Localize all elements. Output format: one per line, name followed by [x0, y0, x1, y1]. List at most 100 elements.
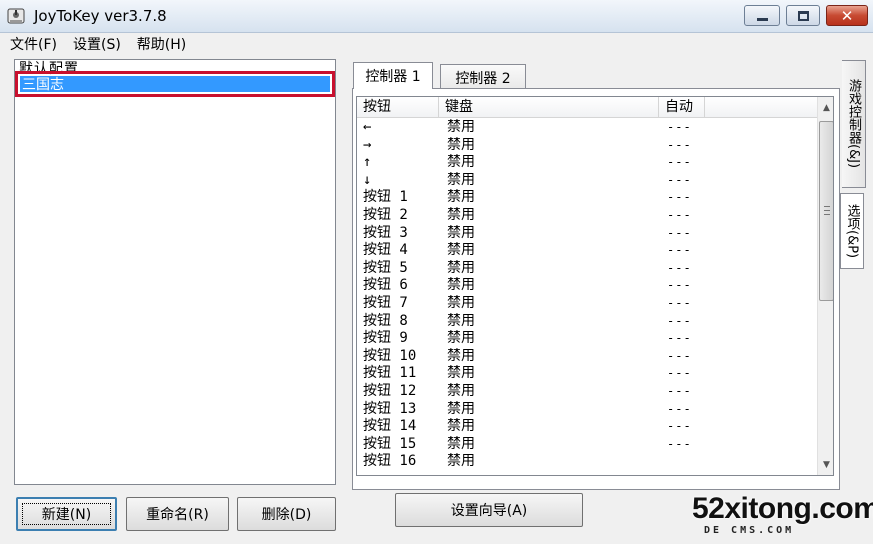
maximize-icon — [797, 10, 809, 21]
button-name-cell: 按钮 12 — [363, 382, 417, 399]
menu-settings[interactable]: 设置(S) — [73, 34, 121, 54]
keyboard-cell: 禁用 — [447, 171, 475, 188]
scroll-up-icon[interactable]: ▲ — [818, 99, 833, 116]
table-row[interactable]: 按钮 1 禁用 --- — [357, 189, 817, 207]
vertical-scrollbar[interactable]: ▲ ▼ — [817, 97, 833, 475]
table-row[interactable]: ← 禁用 --- — [357, 119, 817, 137]
auto-cell: --- — [667, 278, 692, 293]
keyboard-cell: 禁用 — [447, 365, 475, 382]
tab-game-controller[interactable]: 游戏控制器(&J) — [842, 60, 866, 188]
button-name-cell: 按钮 11 — [363, 365, 417, 382]
table-row[interactable]: 按钮 9 禁用 --- — [357, 330, 817, 348]
table-row[interactable]: ↓ 禁用 --- — [357, 172, 817, 190]
profile-list[interactable]: 默认配置 三国志 — [14, 59, 336, 485]
rename-button[interactable]: 重命名(R) — [126, 497, 229, 531]
tab-controller-1-label: 控制器 1 — [365, 69, 421, 85]
keyboard-cell: 禁用 — [447, 119, 475, 135]
table-row[interactable]: 按钮 13 禁用 --- — [357, 401, 817, 419]
button-name-cell: 按钮 7 — [363, 294, 408, 311]
auto-cell: --- — [667, 207, 692, 222]
keyboard-cell: 禁用 — [447, 224, 475, 241]
auto-cell: --- — [667, 295, 692, 310]
close-icon: ✕ — [840, 6, 854, 25]
arrow-down-icon: ↓ — [363, 171, 372, 188]
button-mapping-table[interactable]: 按钮 键盘 自动 ← 禁用 --- → 禁用 --- ↑ 禁用 --- ↓ 禁用 --- 按钮 1 禁用 -… — [356, 96, 834, 476]
minimize-icon — [756, 18, 768, 21]
button-name-cell: 按钮 5 — [363, 259, 408, 276]
window-title: JoyToKey ver3.7.8 — [34, 7, 167, 25]
auto-cell: --- — [667, 383, 692, 398]
menu-file[interactable]: 文件(F) — [10, 34, 57, 54]
table-row[interactable]: 按钮 14 禁用 --- — [357, 418, 817, 436]
table-row[interactable]: ↑ 禁用 --- — [357, 154, 817, 172]
keyboard-cell: 禁用 — [447, 312, 475, 329]
button-name-cell: 按钮 14 — [363, 418, 417, 435]
table-row[interactable]: 按钮 10 禁用 --- — [357, 348, 817, 366]
keyboard-cell: 禁用 — [447, 435, 475, 452]
keyboard-cell: 禁用 — [447, 189, 475, 206]
button-name-cell: 按钮 3 — [363, 224, 408, 241]
auto-cell: --- — [667, 172, 692, 187]
keyboard-cell: 禁用 — [447, 294, 475, 311]
auto-cell: --- — [667, 348, 692, 363]
keyboard-cell: 禁用 — [447, 382, 475, 399]
column-header-button[interactable]: 按钮 — [357, 97, 439, 118]
table-row[interactable]: 按钮 11 禁用 --- — [357, 365, 817, 383]
button-name-cell: 按钮 6 — [363, 277, 408, 294]
table-row[interactable]: 按钮 4 禁用 --- — [357, 242, 817, 260]
table-row[interactable]: 按钮 3 禁用 --- — [357, 225, 817, 243]
watermark-subtext: DE CMS.COM — [704, 525, 795, 536]
delete-button[interactable]: 删除(D) — [237, 497, 336, 531]
close-button[interactable]: ✕ — [826, 5, 868, 26]
profile-item-sanguozhi[interactable]: 三国志 — [20, 76, 330, 93]
title-bar[interactable]: JoyToKey ver3.7.8 ✕ — [0, 0, 873, 33]
maximize-button[interactable] — [786, 5, 820, 26]
table-row[interactable]: 按钮 5 禁用 --- — [357, 260, 817, 278]
profile-item-selected-annotation[interactable]: 三国志 — [15, 71, 335, 97]
keyboard-cell: 禁用 — [447, 330, 475, 347]
button-name-cell: 按钮 10 — [363, 347, 417, 364]
joystick-app-icon — [7, 8, 25, 24]
setup-wizard-button-label: 设置向导(A) — [450, 503, 528, 519]
button-name-cell: 按钮 2 — [363, 206, 408, 223]
button-name-cell: 按钮 13 — [363, 400, 417, 417]
table-body: ← 禁用 --- → 禁用 --- ↑ 禁用 --- ↓ 禁用 --- 按钮 1 禁用 --- 按钮 2 禁用 -… — [357, 119, 817, 471]
table-row[interactable]: 按钮 16 禁用 — [357, 453, 817, 471]
table-row[interactable]: 按钮 7 禁用 --- — [357, 295, 817, 313]
scroll-down-icon[interactable]: ▼ — [818, 456, 833, 473]
column-header-keyboard[interactable]: 键盘 — [439, 97, 659, 118]
focus-rect — [22, 503, 111, 525]
arrow-right-icon: → — [363, 136, 372, 153]
column-header-auto[interactable]: 自动 — [659, 97, 705, 118]
button-name-cell: 按钮 1 — [363, 189, 408, 206]
keyboard-cell: 禁用 — [447, 154, 475, 171]
tab-controller-2-label: 控制器 2 — [455, 70, 511, 87]
table-header: 按钮 键盘 自动 — [357, 97, 817, 118]
table-row[interactable]: 按钮 15 禁用 --- — [357, 436, 817, 454]
scroll-thumb[interactable] — [819, 121, 833, 301]
table-row[interactable]: → 禁用 --- — [357, 137, 817, 155]
tab-game-controller-label: 游戏控制器(&J) — [846, 79, 861, 169]
tab-controller-1[interactable]: 控制器 1 — [353, 62, 433, 89]
table-row[interactable]: 按钮 6 禁用 --- — [357, 277, 817, 295]
auto-cell: --- — [667, 260, 692, 275]
tab-options[interactable]: 选项(&P) — [840, 193, 864, 269]
keyboard-cell: 禁用 — [447, 136, 475, 153]
setup-wizard-button[interactable]: 设置向导(A) — [395, 493, 583, 527]
rename-button-label: 重命名(R) — [146, 507, 209, 523]
table-row[interactable]: 按钮 8 禁用 --- — [357, 313, 817, 331]
menu-bar: 文件(F) 设置(S) 帮助(H) — [0, 33, 873, 55]
button-name-cell: 按钮 9 — [363, 330, 408, 347]
tab-controller-2[interactable]: 控制器 2 — [440, 64, 526, 90]
table-row[interactable]: 按钮 12 禁用 --- — [357, 383, 817, 401]
button-name-cell: 按钮 16 — [363, 453, 417, 470]
menu-help[interactable]: 帮助(H) — [137, 34, 186, 54]
keyboard-cell: 禁用 — [447, 206, 475, 223]
auto-cell: --- — [667, 137, 692, 152]
auto-cell: --- — [667, 331, 692, 346]
auto-cell: --- — [667, 190, 692, 205]
table-row[interactable]: 按钮 2 禁用 --- — [357, 207, 817, 225]
keyboard-cell: 禁用 — [447, 277, 475, 294]
new-button[interactable]: 新建(N) — [16, 497, 117, 531]
minimize-button[interactable] — [744, 5, 780, 26]
